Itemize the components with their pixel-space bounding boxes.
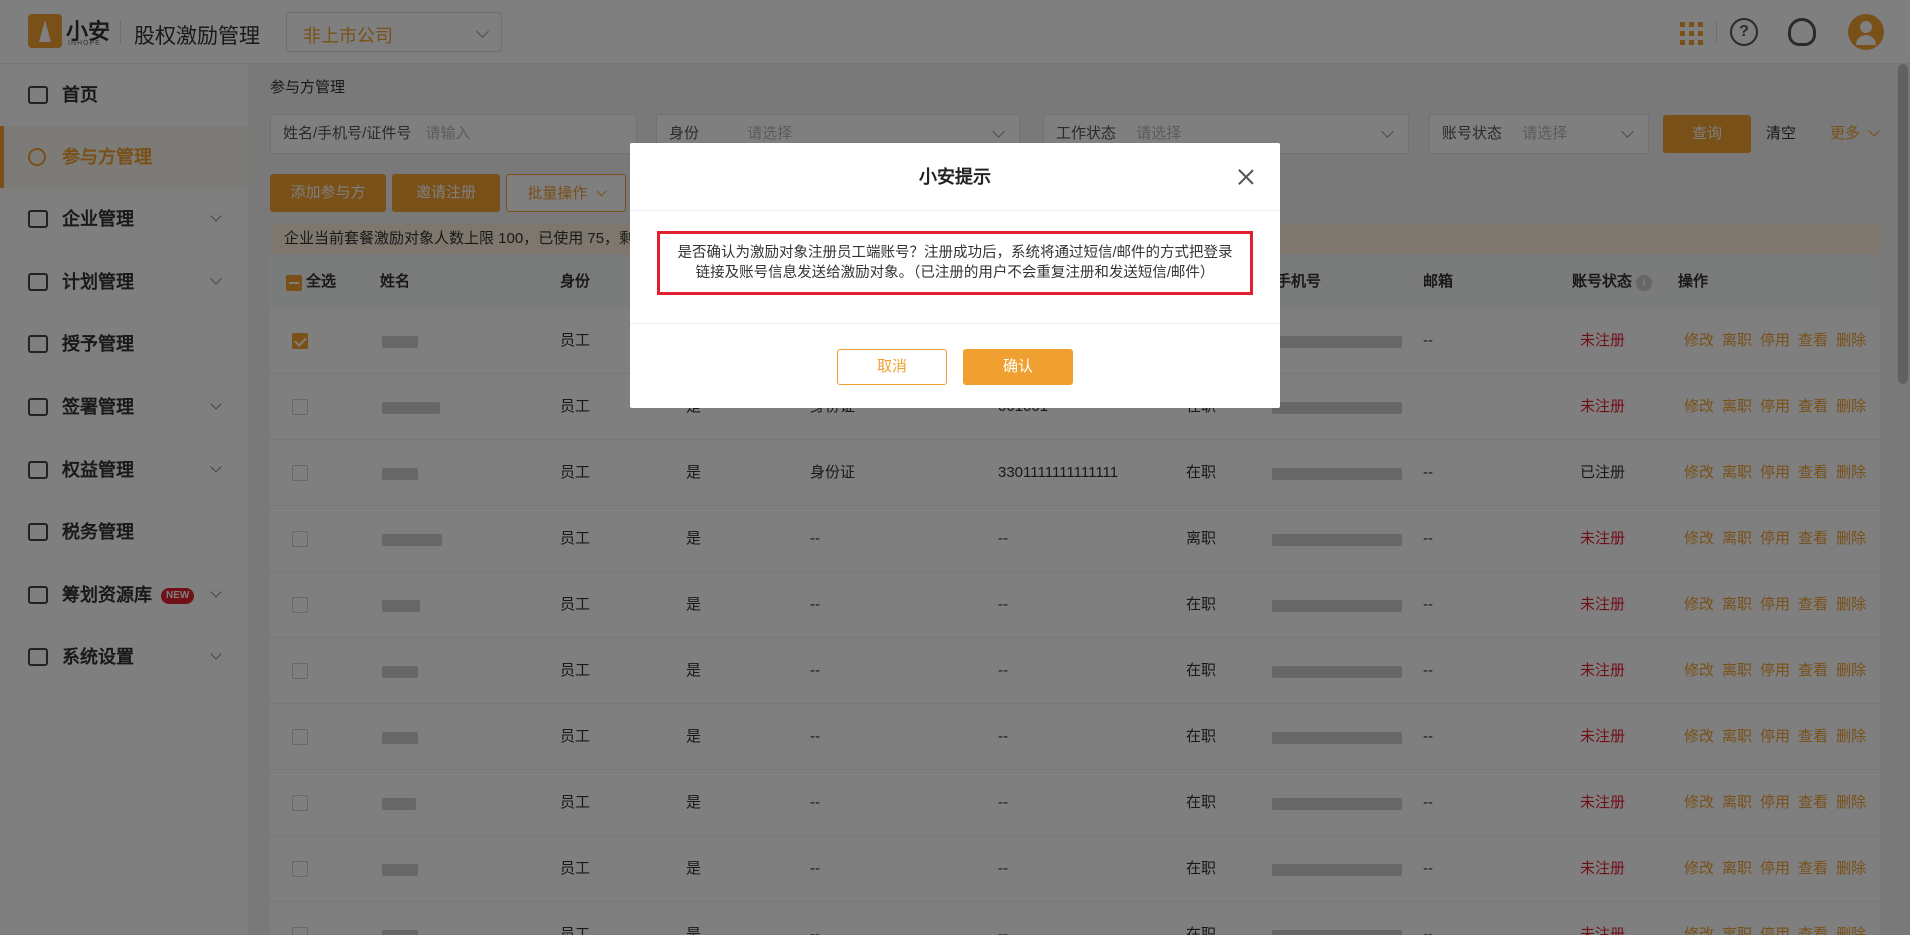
dialog-title: 小安提示 [630,143,1280,211]
close-icon[interactable] [1238,169,1254,185]
dialog-message: 是否确认为激励对象注册员工端账号？注册成功后，系统将通过短信/邮件的方式把登录链… [657,231,1253,295]
cancel-button[interactable]: 取消 [837,349,947,385]
modal-overlay [0,0,1910,935]
confirm-button[interactable]: 确认 [963,349,1073,385]
confirm-dialog: 小安提示 是否确认为激励对象注册员工端账号？注册成功后，系统将通过短信/邮件的方… [630,143,1280,408]
dialog-footer-divider [630,323,1280,324]
